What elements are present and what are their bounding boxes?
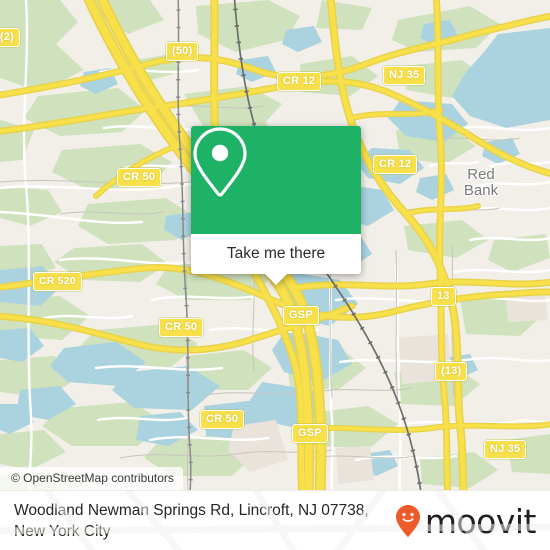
address-line-1: Woodland Newman Springs Rd, Lincroft, NJ…: [14, 502, 369, 519]
destination-address: Woodland Newman Springs Rd, Lincroft, NJ…: [0, 500, 395, 542]
take-me-there-button[interactable]: Take me there: [191, 234, 361, 285]
road-shield: CR 50: [200, 410, 245, 429]
moovit-brand: moovit: [395, 504, 550, 538]
place-label-red-bank: Red Bank: [463, 166, 499, 199]
road-shield: 13: [431, 287, 456, 306]
road-shield: NJ 35: [484, 440, 527, 459]
address-line-2: New York City: [14, 523, 111, 540]
take-me-there-label: Take me there: [226, 245, 326, 262]
moovit-wordmark: moovit: [424, 501, 537, 541]
road-shield: (13): [435, 362, 468, 381]
callout-tail: [265, 274, 287, 285]
moovit-map-screen: Red Bank (2) (50) CR 12 NJ 35 CR 12 CR 50 CR 5…: [0, 0, 550, 550]
map-canvas[interactable]: Red Bank (2) (50) CR 12 NJ 35 CR 12 CR 50 CR 5…: [0, 0, 550, 490]
osm-attribution[interactable]: © OpenStreetMap contributors: [0, 467, 183, 490]
map-pin-icon: [193, 127, 247, 197]
destination-callout[interactable]: Take me there: [191, 126, 361, 285]
road-shield: CR 50: [117, 168, 162, 187]
moovit-logo-icon: [395, 504, 421, 538]
road-shield: GSP: [292, 424, 328, 443]
road-shield: CR 12: [277, 72, 322, 91]
road-shield: (2): [0, 28, 21, 47]
road-shield: CR 520: [33, 272, 82, 291]
road-shield: (50): [166, 42, 199, 61]
footer-bar: Woodland Newman Springs Rd, Lincroft, NJ…: [0, 490, 550, 550]
callout-header: [191, 126, 361, 234]
road-shield: CR 50: [159, 318, 204, 337]
road-shield: NJ 35: [383, 66, 426, 85]
road-shield: GSP: [283, 306, 319, 325]
road-shield: CR 12: [373, 155, 418, 174]
